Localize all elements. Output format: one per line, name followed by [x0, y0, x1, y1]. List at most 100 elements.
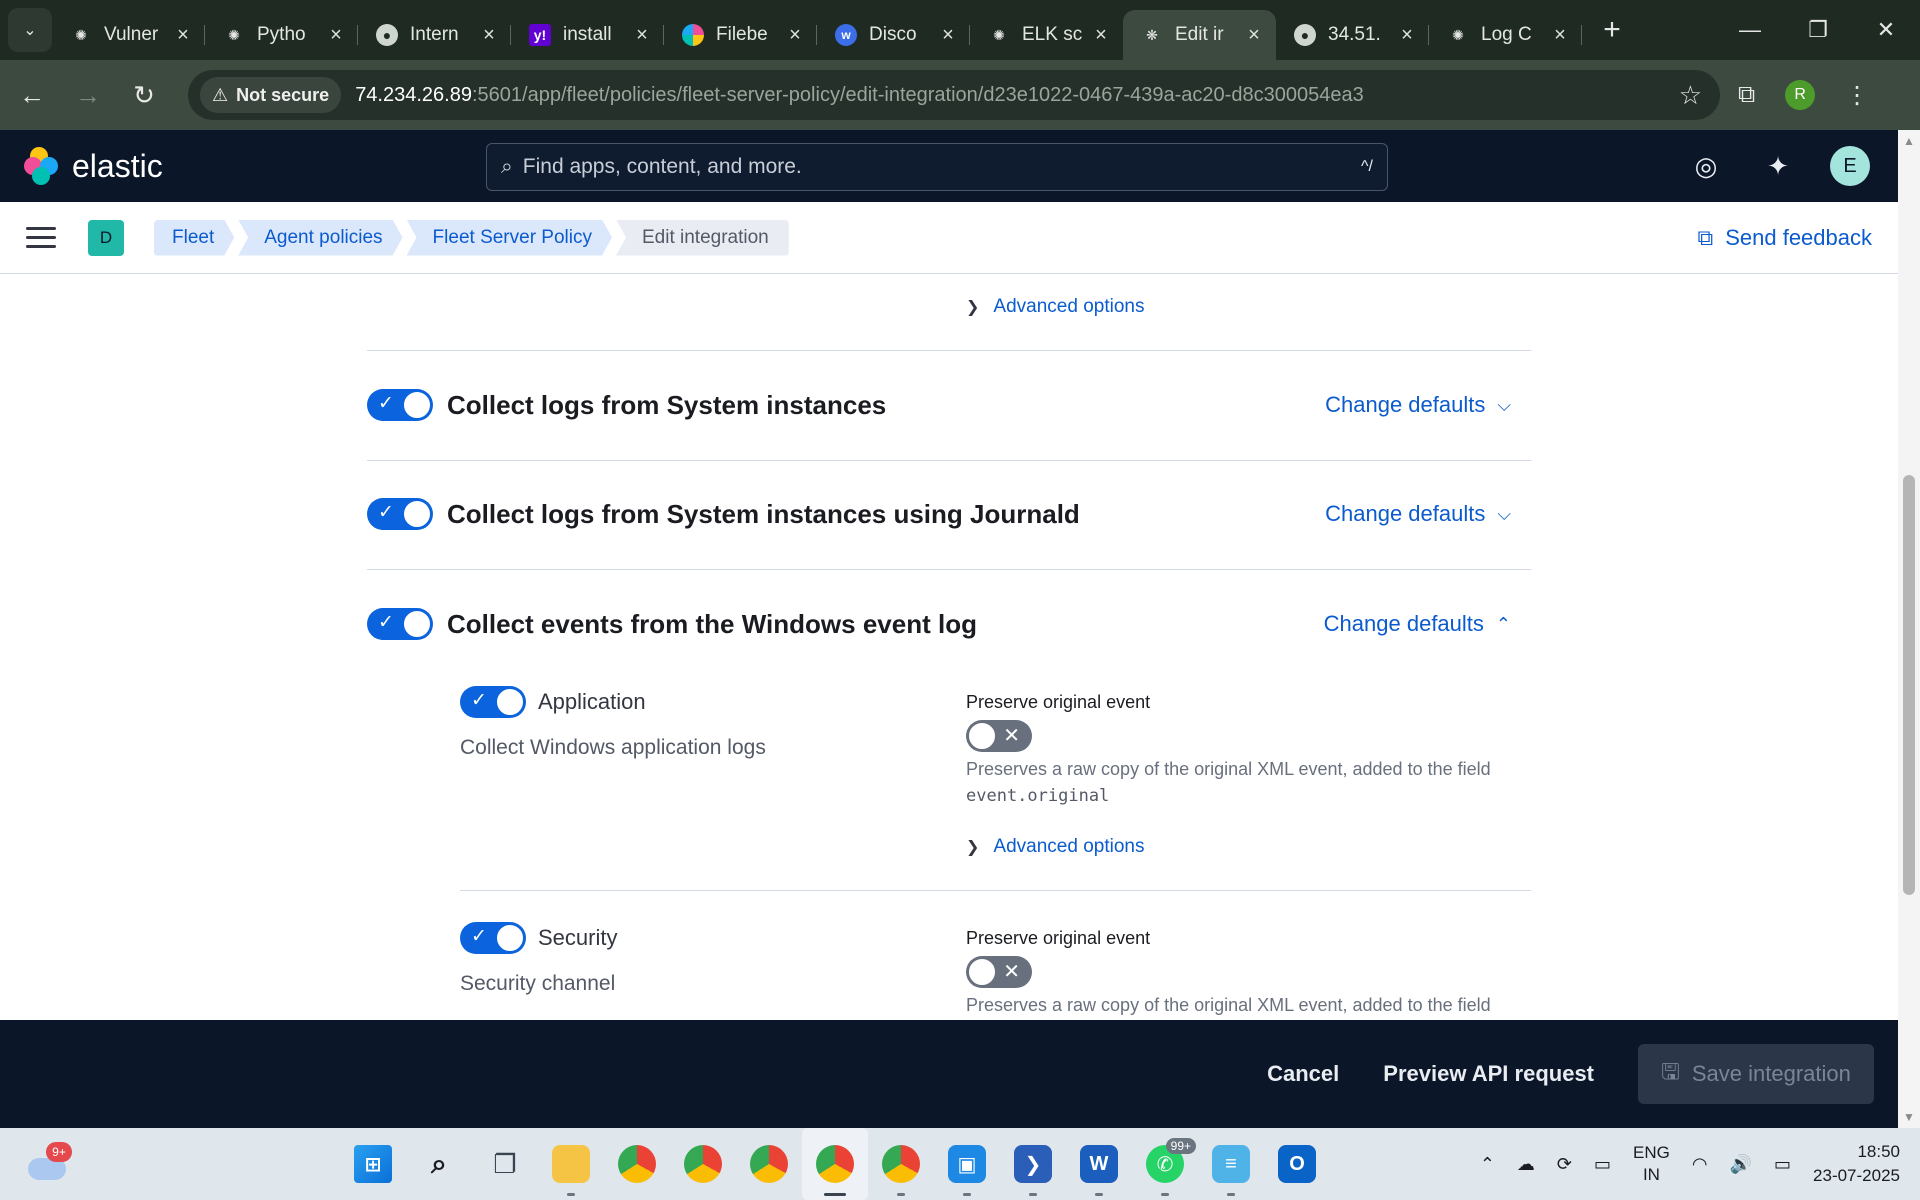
- breadcrumb-agent-policies[interactable]: Agent policies: [238, 220, 402, 256]
- browser-tab[interactable]: ✺ Log C ×: [1429, 11, 1582, 59]
- stream-toggle[interactable]: ✓: [460, 922, 526, 954]
- scroll-down-icon[interactable]: ▼: [1903, 1110, 1915, 1124]
- close-icon[interactable]: ×: [173, 24, 193, 47]
- browser-tab[interactable]: ✺ ELK sc ×: [970, 11, 1123, 59]
- chrome-profile-button[interactable]: [670, 1128, 736, 1200]
- space-avatar[interactable]: D: [88, 219, 124, 256]
- stream-label: Security: [538, 925, 618, 950]
- help-text: Preserves a raw copy of the original XML…: [966, 995, 1491, 1015]
- browser-tab[interactable]: ✺ Vulner ×: [52, 11, 205, 59]
- change-defaults-button[interactable]: Change defaults ⌃: [1324, 611, 1511, 637]
- browser-tab[interactable]: Filebe ×: [664, 11, 817, 59]
- stream-row-security: ✓ Security: [460, 922, 617, 954]
- close-icon[interactable]: ×: [1244, 24, 1264, 47]
- browser-tab[interactable]: ● Intern ×: [358, 11, 511, 59]
- tab-search-button[interactable]: ⌄: [8, 8, 52, 52]
- onedrive-icon[interactable]: ☁: [1517, 1154, 1535, 1175]
- browser-tab-active[interactable]: ❋ Edit ir ×: [1123, 10, 1276, 60]
- close-icon[interactable]: ×: [938, 24, 958, 47]
- browser-tab[interactable]: w Disco ×: [817, 11, 970, 59]
- cancel-button[interactable]: Cancel: [1267, 1061, 1339, 1087]
- close-icon[interactable]: ×: [785, 24, 805, 47]
- tab-title: Edit ir: [1175, 24, 1224, 45]
- scroll-thumb[interactable]: [1903, 475, 1915, 895]
- section-toggle[interactable]: ✓: [367, 389, 433, 421]
- help-icon[interactable]: ◎: [1686, 151, 1726, 182]
- save-integration-button[interactable]: 🖫 Save integration: [1638, 1044, 1874, 1104]
- chevron-up-icon[interactable]: ⌃: [1480, 1154, 1495, 1175]
- breadcrumb-fleet-server-policy[interactable]: Fleet Server Policy: [407, 220, 612, 256]
- display-icon[interactable]: ▭: [1594, 1154, 1611, 1175]
- section-toggle[interactable]: ✓: [367, 498, 433, 530]
- preserve-original-toggle[interactable]: ✕: [966, 956, 1032, 988]
- reload-button[interactable]: ↻: [120, 71, 168, 119]
- close-icon[interactable]: ×: [632, 24, 652, 47]
- close-icon[interactable]: ×: [1550, 24, 1570, 47]
- scroll-up-icon[interactable]: ▲: [1903, 134, 1915, 148]
- search-placeholder: Find apps, content, and more.: [522, 155, 802, 178]
- clock[interactable]: 18:50 23-07-2025: [1813, 1140, 1900, 1188]
- page-scrollbar[interactable]: ▲ ▼: [1898, 130, 1920, 1130]
- kebab-menu-icon[interactable]: ⋮: [1845, 81, 1869, 110]
- notepad-button[interactable]: ≡: [1198, 1128, 1264, 1200]
- breadcrumb-fleet[interactable]: Fleet: [154, 220, 234, 256]
- advanced-options-toggle[interactable]: ❯ Advanced options: [966, 296, 1144, 318]
- close-icon[interactable]: ×: [479, 24, 499, 47]
- browser-tab[interactable]: ✺ Pytho ×: [205, 11, 358, 59]
- advanced-options-toggle[interactable]: ❯ Advanced options: [966, 836, 1144, 858]
- close-icon[interactable]: ×: [1091, 24, 1111, 47]
- chrome-profile-button-active[interactable]: [802, 1128, 868, 1200]
- yahoo-icon: y!: [529, 24, 551, 46]
- close-window-icon[interactable]: ✕: [1852, 0, 1920, 60]
- extensions-icon[interactable]: ⧉: [1738, 81, 1755, 109]
- global-search-input[interactable]: ⌕ Find apps, content, and more. ^/: [486, 143, 1388, 191]
- menu-icon[interactable]: [26, 227, 56, 248]
- user-avatar[interactable]: E: [1830, 146, 1870, 186]
- battery-icon[interactable]: ▭: [1774, 1154, 1791, 1175]
- preview-api-request-button[interactable]: Preview API request: [1383, 1061, 1594, 1087]
- search-taskbar-button[interactable]: ⌕: [406, 1128, 472, 1200]
- task-view-button[interactable]: ❐: [472, 1128, 538, 1200]
- browser-tab[interactable]: ● 34.51. ×: [1276, 11, 1429, 59]
- whatsapp-button[interactable]: ✆ 99+: [1132, 1128, 1198, 1200]
- site-info-button[interactable]: ⚠ Not secure: [200, 77, 342, 113]
- remote-app-button[interactable]: ▣: [934, 1128, 1000, 1200]
- forward-button[interactable]: →: [64, 71, 112, 119]
- bookmark-star-icon[interactable]: ☆: [1679, 80, 1702, 111]
- address-bar[interactable]: ⚠ Not secure 74.234.26.89:5601/app/fleet…: [188, 70, 1720, 120]
- start-button[interactable]: ⊞: [340, 1128, 406, 1200]
- breadcrumb: Fleet Agent policies Fleet Server Policy…: [154, 219, 793, 256]
- back-button[interactable]: ←: [8, 71, 56, 119]
- weather-widget[interactable]: 9+: [26, 1142, 72, 1186]
- news-feed-icon[interactable]: ✦: [1758, 151, 1798, 182]
- volume-icon[interactable]: 🔊: [1730, 1154, 1752, 1175]
- file-explorer-button[interactable]: [538, 1128, 604, 1200]
- external-link-icon: ⧉: [1697, 224, 1714, 250]
- elastic-logo[interactable]: elastic: [24, 147, 163, 185]
- profile-avatar[interactable]: R: [1785, 80, 1816, 110]
- preserve-original-toggle[interactable]: ✕: [966, 720, 1032, 752]
- change-defaults-button[interactable]: Change defaults ⌵: [1325, 392, 1511, 418]
- close-icon[interactable]: ×: [326, 24, 346, 47]
- restore-icon[interactable]: ❐: [1784, 0, 1852, 60]
- browser-tab[interactable]: y! install ×: [511, 11, 664, 59]
- chrome-profile-button[interactable]: [868, 1128, 934, 1200]
- chrome-profile-button[interactable]: [736, 1128, 802, 1200]
- word-button[interactable]: W: [1066, 1128, 1132, 1200]
- close-icon[interactable]: ×: [1397, 24, 1417, 47]
- stream-toggle[interactable]: ✓: [460, 686, 526, 718]
- send-feedback-link[interactable]: ⧉ Send feedback: [1698, 225, 1873, 251]
- outlook-button[interactable]: O: [1264, 1128, 1330, 1200]
- search-icon: ⌕: [431, 1147, 447, 1179]
- input-section: ✓ Collect logs from System instances Cha…: [367, 380, 1531, 430]
- change-defaults-button[interactable]: Change defaults ⌵: [1325, 501, 1511, 527]
- sync-icon[interactable]: ⟳: [1557, 1154, 1572, 1175]
- url-text[interactable]: 74.234.26.89:5601/app/fleet/policies/fle…: [355, 84, 1364, 107]
- wifi-icon[interactable]: ◠: [1692, 1154, 1708, 1175]
- section-toggle[interactable]: ✓: [367, 608, 433, 640]
- chrome-profile-button[interactable]: [604, 1128, 670, 1200]
- powershell-button[interactable]: ❯: [1000, 1128, 1066, 1200]
- language-indicator[interactable]: ENG IN: [1633, 1142, 1670, 1186]
- minimize-icon[interactable]: —: [1716, 0, 1784, 60]
- new-tab-button[interactable]: +: [1592, 10, 1632, 50]
